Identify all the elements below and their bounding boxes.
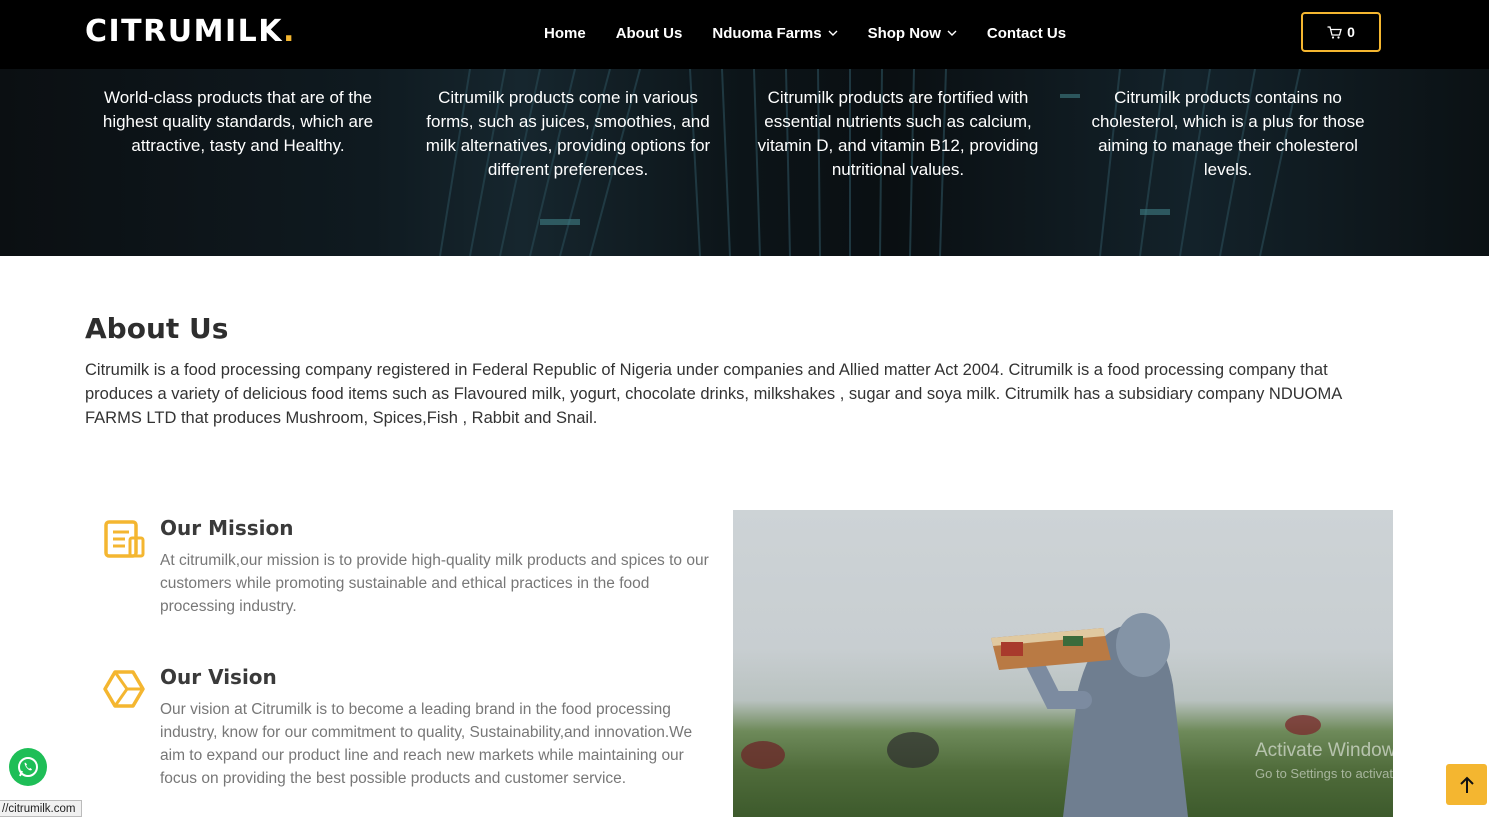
site-header: CITRUMILK. Home About Us Nduoma Farms Sh…: [0, 0, 1489, 69]
feature-quality: World-class products that are of the hig…: [102, 88, 374, 155]
logo-text: CITRUMILK: [85, 14, 283, 49]
cart-button[interactable]: 0: [1301, 12, 1381, 52]
activate-windows-subtitle: Go to Settings to activate Windows.: [1255, 766, 1461, 781]
arrow-up-icon: [1459, 776, 1474, 793]
about-heading: About Us: [85, 312, 229, 345]
mission-title: Our Mission: [160, 516, 294, 540]
whatsapp-icon: [18, 757, 38, 777]
nav-contact-us[interactable]: Contact Us: [987, 22, 1066, 44]
feature-forms: Citrumilk products come in various forms…: [425, 88, 711, 179]
nav-nduoma-farms[interactable]: Nduoma Farms: [712, 22, 838, 44]
feature-nutrients: Citrumilk products are fortified with es…: [757, 88, 1039, 179]
feature-cholesterol: Citrumilk products contains no cholester…: [1091, 88, 1365, 179]
activate-windows-title: Activate Windows: [1255, 740, 1405, 761]
cart-count: 0: [1347, 24, 1355, 40]
nav-contact-label: Contact Us: [986, 24, 1067, 42]
status-bar-url: //citrumilk.com: [0, 800, 83, 817]
logo-dot: .: [282, 14, 296, 49]
whatsapp-button[interactable]: [9, 748, 47, 786]
vision-text: Our vision at Citrumilk is to become a l…: [160, 701, 693, 787]
back-to-top-button[interactable]: [1446, 764, 1487, 805]
about-paragraph: Citrumilk is a food processing company r…: [85, 361, 1342, 427]
main-nav: Home About Us Nduoma Farms Shop Now Cont…: [544, 22, 1096, 44]
chevron-down-icon: [947, 30, 957, 36]
nav-about-us[interactable]: About Us: [616, 22, 683, 44]
nav-home[interactable]: Home: [544, 22, 586, 44]
vision-title: Our Vision: [160, 665, 277, 689]
nav-shop-now[interactable]: Shop Now: [868, 22, 957, 44]
nav-shop-label: Shop Now: [867, 24, 941, 42]
cart-icon: [1327, 25, 1342, 39]
document-icon: [104, 520, 145, 558]
nav-about-label: About Us: [615, 24, 683, 42]
chevron-down-icon: [828, 30, 838, 36]
hero-banner: World-class products that are of the hig…: [0, 69, 1489, 256]
cube-icon: [103, 670, 145, 708]
nav-home-label: Home: [544, 24, 586, 42]
nav-nduoma-label: Nduoma Farms: [712, 24, 822, 42]
site-logo[interactable]: CITRUMILK.: [85, 14, 296, 49]
mission-text: At citrumilk,our mission is to provide h…: [160, 552, 709, 615]
